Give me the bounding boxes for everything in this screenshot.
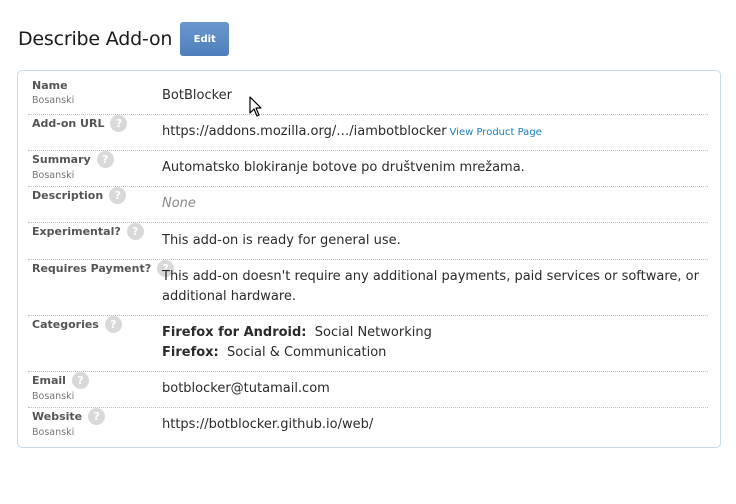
locale-summary: Bosanski [32, 170, 75, 181]
row-email: Email? Bosanski botblocker@tutamail.com [28, 371, 708, 408]
value-categories: Firefox for Android: Social Networking F… [162, 323, 708, 363]
help-icon[interactable]: ? [104, 316, 122, 333]
help-icon[interactable]: ? [96, 151, 114, 168]
locale-email: Bosanski [32, 391, 75, 402]
label-website: Website? [32, 408, 106, 425]
row-website: Website? Bosanski https://botblocker.git… [28, 407, 708, 443]
label-payment: Requires Payment?? [32, 260, 175, 277]
help-icon[interactable]: ? [126, 223, 144, 240]
label-summary: Summary? [32, 151, 114, 168]
row-categories: Categories? Firefox for Android: Social … [28, 315, 708, 372]
category-item: Firefox for Android: Social Networking [162, 325, 432, 340]
help-icon[interactable]: ? [71, 372, 89, 389]
help-icon[interactable]: ? [109, 187, 127, 204]
row-payment: Requires Payment?? This add-on doesn't r… [28, 259, 708, 316]
value-summary: Automatsko blokiranje botove po društven… [162, 160, 525, 175]
page-header: Describe Add-on Edit [18, 22, 230, 56]
page-title: Describe Add-on [18, 28, 173, 50]
label-description: Description? [32, 187, 127, 204]
view-product-page-link[interactable]: View Product Page [450, 127, 542, 138]
addon-details-panel: Name Bosanski BotBlocker Add-on URL? htt… [17, 70, 721, 448]
label-url: Add-on URL? [32, 115, 128, 132]
value-website: https://botblocker.github.io/web/ [162, 417, 374, 432]
help-icon[interactable]: ? [110, 115, 128, 132]
category-item: Firefox: Social & Communication [162, 345, 387, 360]
locale-website: Bosanski [32, 427, 75, 438]
row-url: Add-on URL? https://addons.mozilla.org/…… [28, 114, 708, 151]
label-name: Name [32, 79, 68, 92]
label-experimental: Experimental?? [32, 223, 144, 240]
value-email: botblocker@tutamail.com [162, 381, 330, 396]
row-description: Description? None [28, 186, 708, 223]
locale-name: Bosanski [32, 95, 75, 106]
value-name: BotBlocker [162, 88, 233, 103]
label-email: Email? [32, 372, 89, 389]
row-name: Name Bosanski BotBlocker [28, 77, 708, 115]
help-icon[interactable]: ? [88, 408, 106, 425]
row-experimental: Experimental?? This add-on is ready for … [28, 222, 708, 260]
value-experimental: This add-on is ready for general use. [162, 233, 401, 248]
value-url: https://addons.mozilla.org/…/iambotblock… [162, 124, 542, 139]
row-summary: Summary? Bosanski Automatsko blokiranje … [28, 150, 708, 187]
edit-button[interactable]: Edit [180, 22, 230, 56]
mouse-cursor-icon [249, 96, 262, 117]
value-description: None [162, 196, 196, 211]
label-categories: Categories? [32, 316, 122, 333]
value-payment: This add-on doesn't require any addition… [162, 269, 699, 304]
